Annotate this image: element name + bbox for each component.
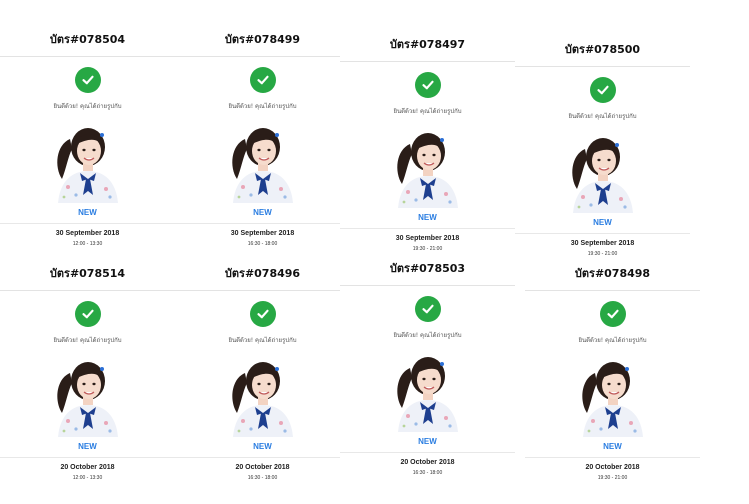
divider	[0, 223, 175, 224]
divider	[175, 56, 350, 57]
divider	[175, 290, 350, 291]
congrats-message: ยินดีด้วย! คุณได้ถ่ายรูปกับ	[578, 337, 647, 344]
photo-ticket-card[interactable]: บัตร#078514 ยินดีด้วย! คุณได้ถ่ายรูปกับ …	[0, 264, 175, 504]
event-date: 30 September 2018	[230, 230, 295, 237]
congrats-message: ยินดีด้วย! คุณได้ถ่ายรูปกับ	[228, 103, 297, 110]
photo-ticket-card[interactable]: บัตร#078496 ยินดีด้วย! คุณได้ถ่ายรูปกับ …	[175, 264, 350, 504]
event-time: 19:30 - 21:00	[597, 475, 628, 481]
check-icon	[249, 301, 276, 327]
divider	[340, 285, 515, 286]
member-photo	[50, 121, 126, 203]
ticket-number: บัตร#078496	[224, 267, 301, 280]
divider	[515, 233, 690, 234]
status-badge: NEW	[78, 208, 97, 217]
photo-ticket-card[interactable]: บัตร#078499 ยินดีด้วย! คุณได้ถ่ายรูปกับ …	[175, 30, 350, 270]
check-icon	[599, 301, 626, 327]
divider	[340, 61, 515, 62]
congrats-message: ยินดีด้วย! คุณได้ถ่ายรูปกับ	[568, 113, 637, 120]
ticket-number: บัตร#078514	[49, 267, 126, 280]
check-icon	[589, 77, 616, 103]
congrats-message: ยินดีด้วย! คุณได้ถ่ายรูปกับ	[228, 337, 297, 344]
status-badge: NEW	[418, 437, 437, 446]
status-badge: NEW	[593, 218, 612, 227]
status-badge: NEW	[603, 442, 622, 451]
divider	[525, 290, 700, 291]
ticket-number: บัตร#078500	[564, 43, 641, 56]
divider	[0, 56, 175, 57]
event-date: 30 September 2018	[570, 240, 635, 247]
ticket-number: บัตร#078497	[389, 38, 466, 51]
member-photo	[390, 126, 466, 208]
event-date: 20 October 2018	[400, 459, 455, 466]
status-badge: NEW	[253, 442, 272, 451]
divider	[175, 223, 350, 224]
event-date: 20 October 2018	[60, 464, 115, 471]
photo-ticket-card[interactable]: บัตร#078504 ยินดีด้วย! คุณได้ถ่ายรูปกับ …	[0, 30, 175, 270]
check-icon	[414, 72, 441, 98]
event-date: 30 September 2018	[55, 230, 120, 237]
member-photo	[565, 131, 641, 213]
photo-ticket-card[interactable]: บัตร#078498 ยินดีด้วย! คุณได้ถ่ายรูปกับ …	[525, 264, 700, 504]
event-date: 20 October 2018	[235, 464, 290, 471]
photo-ticket-card[interactable]: บัตร#078503 ยินดีด้วย! คุณได้ถ่ายรูปกับ …	[340, 259, 515, 499]
member-photo	[390, 350, 466, 432]
photo-ticket-card[interactable]: บัตร#078497 ยินดีด้วย! คุณได้ถ่ายรูปกับ …	[340, 35, 515, 275]
event-time: 12:00 - 13:30	[72, 241, 103, 247]
event-time: 16:30 - 18:00	[247, 475, 278, 481]
event-time: 16:30 - 18:00	[412, 470, 443, 476]
divider	[525, 457, 700, 458]
member-photo	[575, 355, 651, 437]
congrats-message: ยินดีด้วย! คุณได้ถ่ายรูปกับ	[393, 108, 462, 115]
divider	[340, 452, 515, 453]
congrats-message: ยินดีด้วย! คุณได้ถ่ายรูปกับ	[53, 103, 122, 110]
status-badge: NEW	[418, 213, 437, 222]
member-photo	[50, 355, 126, 437]
ticket-number: บัตร#078503	[389, 262, 466, 275]
member-photo	[225, 121, 301, 203]
divider	[0, 457, 175, 458]
ticket-number: บัตร#078498	[574, 267, 651, 280]
ticket-number: บัตร#078504	[49, 33, 126, 46]
congrats-message: ยินดีด้วย! คุณได้ถ่ายรูปกับ	[53, 337, 122, 344]
status-badge: NEW	[253, 208, 272, 217]
status-badge: NEW	[78, 442, 97, 451]
check-icon	[74, 301, 101, 327]
divider	[0, 290, 175, 291]
event-time: 19:30 - 21:00	[412, 246, 443, 252]
divider	[340, 228, 515, 229]
divider	[515, 66, 690, 67]
check-icon	[74, 67, 101, 93]
check-icon	[414, 296, 441, 322]
event-date: 30 September 2018	[395, 235, 460, 242]
event-time: 16:30 - 18:00	[247, 241, 278, 247]
event-date: 20 October 2018	[585, 464, 640, 471]
event-time: 19:30 - 21:00	[587, 251, 618, 257]
congrats-message: ยินดีด้วย! คุณได้ถ่ายรูปกับ	[393, 332, 462, 339]
check-icon	[249, 67, 276, 93]
member-photo	[225, 355, 301, 437]
divider	[175, 457, 350, 458]
photo-ticket-card[interactable]: บัตร#078500 ยินดีด้วย! คุณได้ถ่ายรูปกับ …	[515, 40, 690, 280]
event-time: 12:00 - 13:30	[72, 475, 103, 481]
ticket-number: บัตร#078499	[224, 33, 301, 46]
